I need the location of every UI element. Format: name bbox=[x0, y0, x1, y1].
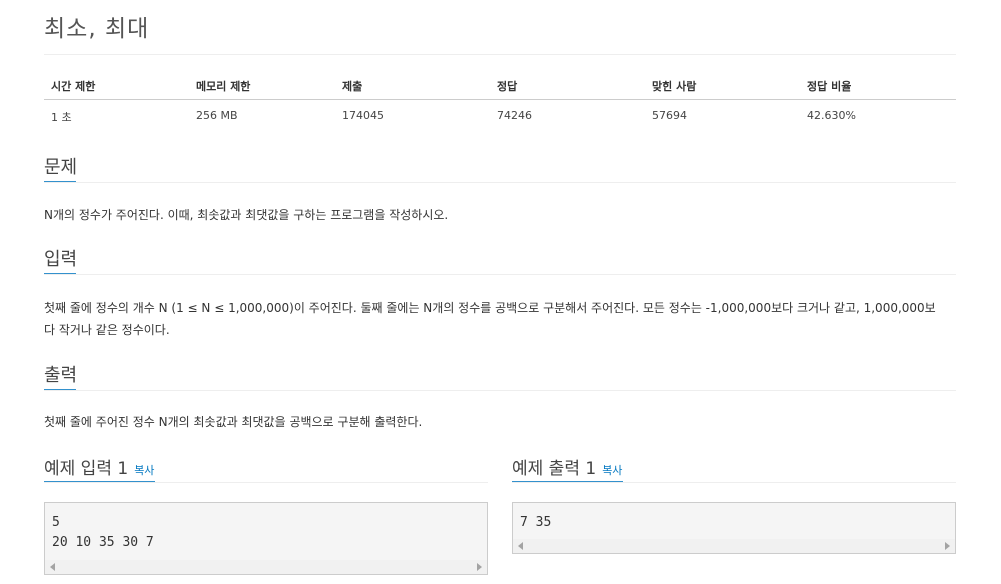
problem-description: N개의 정수가 주어진다. 이때, 최솟값과 최댓값을 구하는 프로그램을 작성… bbox=[44, 208, 449, 222]
stats-header-row: 시간 제한 메모리 제한 제출 정답 맞힌 사람 정답 비율 bbox=[44, 69, 956, 100]
example-input-title-text: 예제 입력 1 bbox=[44, 459, 129, 479]
stats-table: 시간 제한 메모리 제한 제출 정답 맞힌 사람 정답 비율 1 초 256 M… bbox=[44, 69, 956, 130]
stats-value-row: 1 초 256 MB 174045 74246 57694 42.630% bbox=[44, 100, 956, 130]
scroll-right-arrow-icon[interactable] bbox=[477, 563, 482, 571]
stats-accepted: 74246 bbox=[497, 109, 532, 122]
input-description-line-1: 첫째 줄에 정수의 개수 N (1 ≤ N ≤ 1,000,000)이 주어진다… bbox=[44, 301, 936, 315]
stats-submissions: 174045 bbox=[342, 109, 384, 122]
section-title-problem: 문제 bbox=[44, 157, 78, 178]
stats-time-limit: 1 초 bbox=[51, 111, 72, 124]
stats-header-ratio: 정답 비율 bbox=[807, 80, 852, 93]
example-input-line: 20 10 35 30 7 bbox=[52, 535, 154, 550]
stats-solvers: 57694 bbox=[652, 109, 687, 122]
example-input-box[interactable]: 5 20 10 35 30 7 bbox=[44, 502, 488, 575]
input-description-line-2: 다 작거나 같은 정수이다. bbox=[44, 323, 170, 337]
example-input-code: 5 20 10 35 30 7 bbox=[45, 503, 487, 553]
scroll-left-arrow-icon[interactable] bbox=[518, 542, 523, 550]
section-divider-problem bbox=[44, 182, 956, 183]
stats-header-submissions: 제출 bbox=[342, 80, 363, 93]
section-title-output: 출력 bbox=[44, 365, 78, 386]
scroll-left-arrow-icon[interactable] bbox=[50, 563, 55, 571]
page-title: 최소, 최대 bbox=[44, 16, 150, 42]
example-input-title: 예제 입력 1 복사 bbox=[44, 454, 154, 479]
example-output-title-text: 예제 출력 1 bbox=[512, 459, 597, 479]
example-input-divider bbox=[44, 482, 488, 483]
section-divider-input bbox=[44, 274, 956, 275]
example-output-line: 7 35 bbox=[520, 515, 552, 530]
section-title-input: 입력 bbox=[44, 249, 78, 270]
copy-example-output-button[interactable]: 복사 bbox=[602, 464, 622, 477]
example-input-line: 5 bbox=[52, 515, 60, 530]
output-description: 첫째 줄에 주어진 정수 N개의 최솟값과 최댓값을 공백으로 구분해 출력한다… bbox=[44, 415, 423, 429]
example-input-scrollbar[interactable] bbox=[45, 560, 487, 574]
example-output-box[interactable]: 7 35 bbox=[512, 502, 956, 554]
stats-memory-limit: 256 MB bbox=[196, 109, 238, 122]
input-description: 첫째 줄에 정수의 개수 N (1 ≤ N ≤ 1,000,000)이 주어진다… bbox=[44, 297, 956, 341]
stats-ratio: 42.630% bbox=[807, 109, 856, 122]
stats-header-solvers: 맞힌 사람 bbox=[652, 80, 697, 93]
example-output-divider bbox=[512, 482, 956, 483]
stats-header-time: 시간 제한 bbox=[51, 80, 96, 93]
example-output-title: 예제 출력 1 복사 bbox=[512, 454, 622, 479]
example-output-scrollbar[interactable] bbox=[513, 539, 955, 553]
copy-example-input-button[interactable]: 복사 bbox=[134, 464, 154, 477]
stats-header-accepted: 정답 bbox=[497, 80, 518, 93]
scroll-right-arrow-icon[interactable] bbox=[945, 542, 950, 550]
section-divider-output bbox=[44, 390, 956, 391]
example-output-code: 7 35 bbox=[513, 503, 955, 533]
title-divider bbox=[44, 54, 956, 55]
stats-header-memory: 메모리 제한 bbox=[196, 80, 251, 93]
